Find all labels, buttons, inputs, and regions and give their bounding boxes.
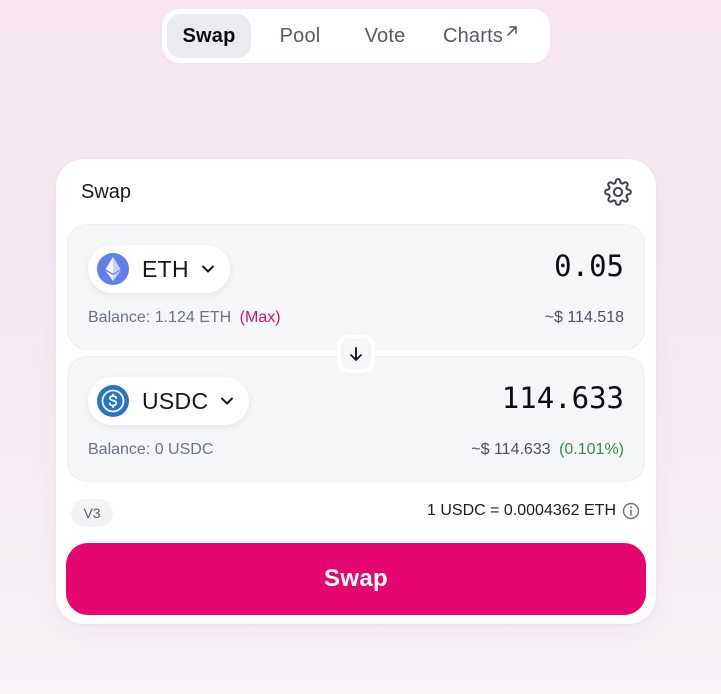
swap-button[interactable]: Swap [66, 543, 646, 615]
input-balance: Balance: 1.124 ETH (Max) [88, 309, 281, 327]
top-nav: Swap Pool Vote Charts [162, 9, 550, 63]
card-title: Swap [81, 181, 132, 203]
input-panel: ETH Balance: 1.124 ETH (Max) ~$ 114.518 [67, 224, 645, 350]
chevron-down-icon [201, 265, 214, 273]
input-amount-field[interactable] [324, 249, 624, 283]
input-token-selector[interactable]: ETH [88, 245, 230, 293]
max-button[interactable]: (Max) [240, 309, 281, 326]
info-icon[interactable] [622, 502, 640, 520]
nav-tab-swap-label: Swap [182, 24, 236, 47]
chevron-down-icon [221, 397, 234, 405]
arrow-down-icon [350, 347, 362, 361]
nav-tab-charts[interactable]: Charts [421, 14, 541, 58]
nav-tab-vote[interactable]: Vote [349, 14, 421, 58]
nav-tab-charts-label: Charts [442, 24, 504, 47]
nav-tab-vote-label: Vote [364, 24, 406, 47]
output-panel: USDC Balance: 0 USDC ~$ 114.633 (0.101%) [67, 356, 645, 482]
output-balance: Balance: 0 USDC [88, 441, 213, 459]
input-token-symbol: ETH [142, 255, 189, 282]
output-amount-field[interactable] [324, 381, 624, 415]
usdc-logo-icon [97, 385, 129, 417]
price-impact: (0.101%) [559, 441, 624, 458]
output-balance-label: Balance: 0 USDC [88, 441, 214, 458]
output-token-symbol: USDC [142, 387, 209, 414]
gear-icon[interactable] [604, 178, 632, 206]
eth-logo-icon [97, 253, 129, 285]
output-token-selector[interactable]: USDC [88, 377, 249, 425]
input-usd-value: ~$ 114.518 [544, 309, 624, 326]
switch-tokens-button[interactable] [337, 335, 375, 373]
arrow-up-right-icon [507, 26, 517, 36]
exchange-rate-text: 1 USDC = 0.0004362 ETH [427, 502, 616, 519]
version-badge: V3 [71, 499, 113, 527]
nav-tab-pool-label: Pool [279, 24, 321, 47]
swap-card: Swap ETH Balance: 1.124 ETH (Max) [56, 159, 656, 624]
output-usd-value: ~$ 114.633 [471, 441, 551, 458]
nav-tab-swap[interactable]: Swap [167, 14, 251, 58]
input-balance-label: Balance: 1.124 ETH [88, 309, 232, 326]
exchange-rate[interactable]: 1 USDC = 0.0004362 ETH [427, 502, 640, 520]
output-usd-line: ~$ 114.633 (0.101%) [471, 441, 624, 459]
nav-tab-pool[interactable]: Pool [251, 14, 349, 58]
